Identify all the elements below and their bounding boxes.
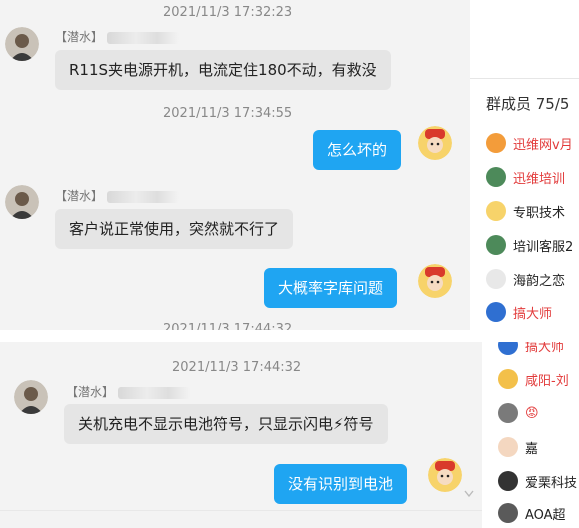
message-timestamp: 2021/11/3 17:44:32: [163, 322, 293, 330]
collapse-caret-icon[interactable]: [464, 490, 474, 501]
message-bubble-incoming[interactable]: 客户说正常使用，突然就不行了: [55, 209, 294, 249]
member-avatar-icon: [498, 342, 518, 355]
member-item[interactable]: 搞大师: [498, 342, 564, 356]
member-item[interactable]: 嘉: [498, 436, 538, 458]
member-item[interactable]: AOA超: [498, 502, 566, 524]
member-item[interactable]: 培训客服2: [486, 234, 573, 256]
member-avatar-icon: [486, 201, 506, 221]
chat-panel-top: 2021/11/3 17:32:23 【潜水】 R11S夹电源开机，电流定住18…: [0, 0, 470, 330]
mascot-avatar-icon[interactable]: [428, 458, 462, 492]
mascot-avatar-icon[interactable]: [418, 126, 452, 160]
sender-name: 【潜水】: [55, 28, 180, 45]
member-item[interactable]: 海韵之恋: [486, 268, 565, 290]
message-bubble-outgoing[interactable]: 没有识别到电池: [274, 464, 408, 504]
member-item[interactable]: 迅维网v月: [486, 132, 573, 154]
member-avatar-icon: [498, 437, 518, 457]
member-avatar-icon: [498, 471, 518, 491]
member-avatar-icon: [498, 369, 518, 389]
member-avatar-icon: [486, 133, 506, 153]
sender-name: 【潜水】: [66, 383, 191, 400]
message-timestamp: 2021/11/3 17:32:23: [163, 5, 293, 20]
group-member-panel-scrolled: 搞大师 咸阳-刘 😡 嘉 爱栗科技 AOA超: [482, 342, 579, 528]
member-avatar-icon: [498, 503, 518, 523]
member-avatar-icon: [498, 403, 518, 423]
message-timestamp: 2021/11/3 17:34:55: [163, 106, 293, 121]
member-item[interactable]: 😡: [498, 402, 539, 424]
member-avatar-icon: [486, 167, 506, 187]
group-member-panel: 群成员 75/5 迅维网v月 迅维培训 专职技术 培训客服2 海韵之恋 搞大师: [470, 0, 579, 330]
message-bubble-incoming[interactable]: R11S夹电源开机，电流定住180不动，有救没: [55, 50, 391, 90]
member-avatar-icon: [486, 235, 506, 255]
member-avatar-icon: [486, 269, 506, 289]
chat-panel-bottom: 2021/11/3 17:44:32 【潜水】 关机充电不显示电池符号，只显示闪…: [0, 342, 482, 528]
sender-name: 【潜水】: [55, 187, 180, 204]
mascot-avatar-icon[interactable]: [418, 264, 452, 298]
member-item[interactable]: 专职技术: [486, 200, 565, 222]
member-item[interactable]: 咸阳-刘: [498, 368, 569, 390]
message-timestamp: 2021/11/3 17:44:32: [172, 360, 302, 375]
member-item[interactable]: 搞大师: [486, 301, 552, 323]
message-bubble-incoming[interactable]: 关机充电不显示电池符号，只显示闪电⚡符号: [64, 404, 388, 444]
divider: [470, 78, 579, 79]
user-avatar-icon[interactable]: [5, 27, 39, 61]
screenshot-separator: [0, 330, 579, 342]
member-item[interactable]: 迅维培训: [486, 166, 565, 188]
divider: [0, 510, 482, 511]
member-item[interactable]: 爱栗科技: [498, 470, 577, 492]
user-avatar-icon[interactable]: [14, 380, 48, 414]
member-avatar-icon: [486, 302, 506, 322]
user-avatar-icon[interactable]: [5, 185, 39, 219]
member-count-header: 群成员 75/5: [486, 95, 570, 113]
message-bubble-outgoing[interactable]: 怎么坏的: [313, 130, 402, 170]
message-bubble-outgoing[interactable]: 大概率字库问题: [264, 268, 398, 308]
